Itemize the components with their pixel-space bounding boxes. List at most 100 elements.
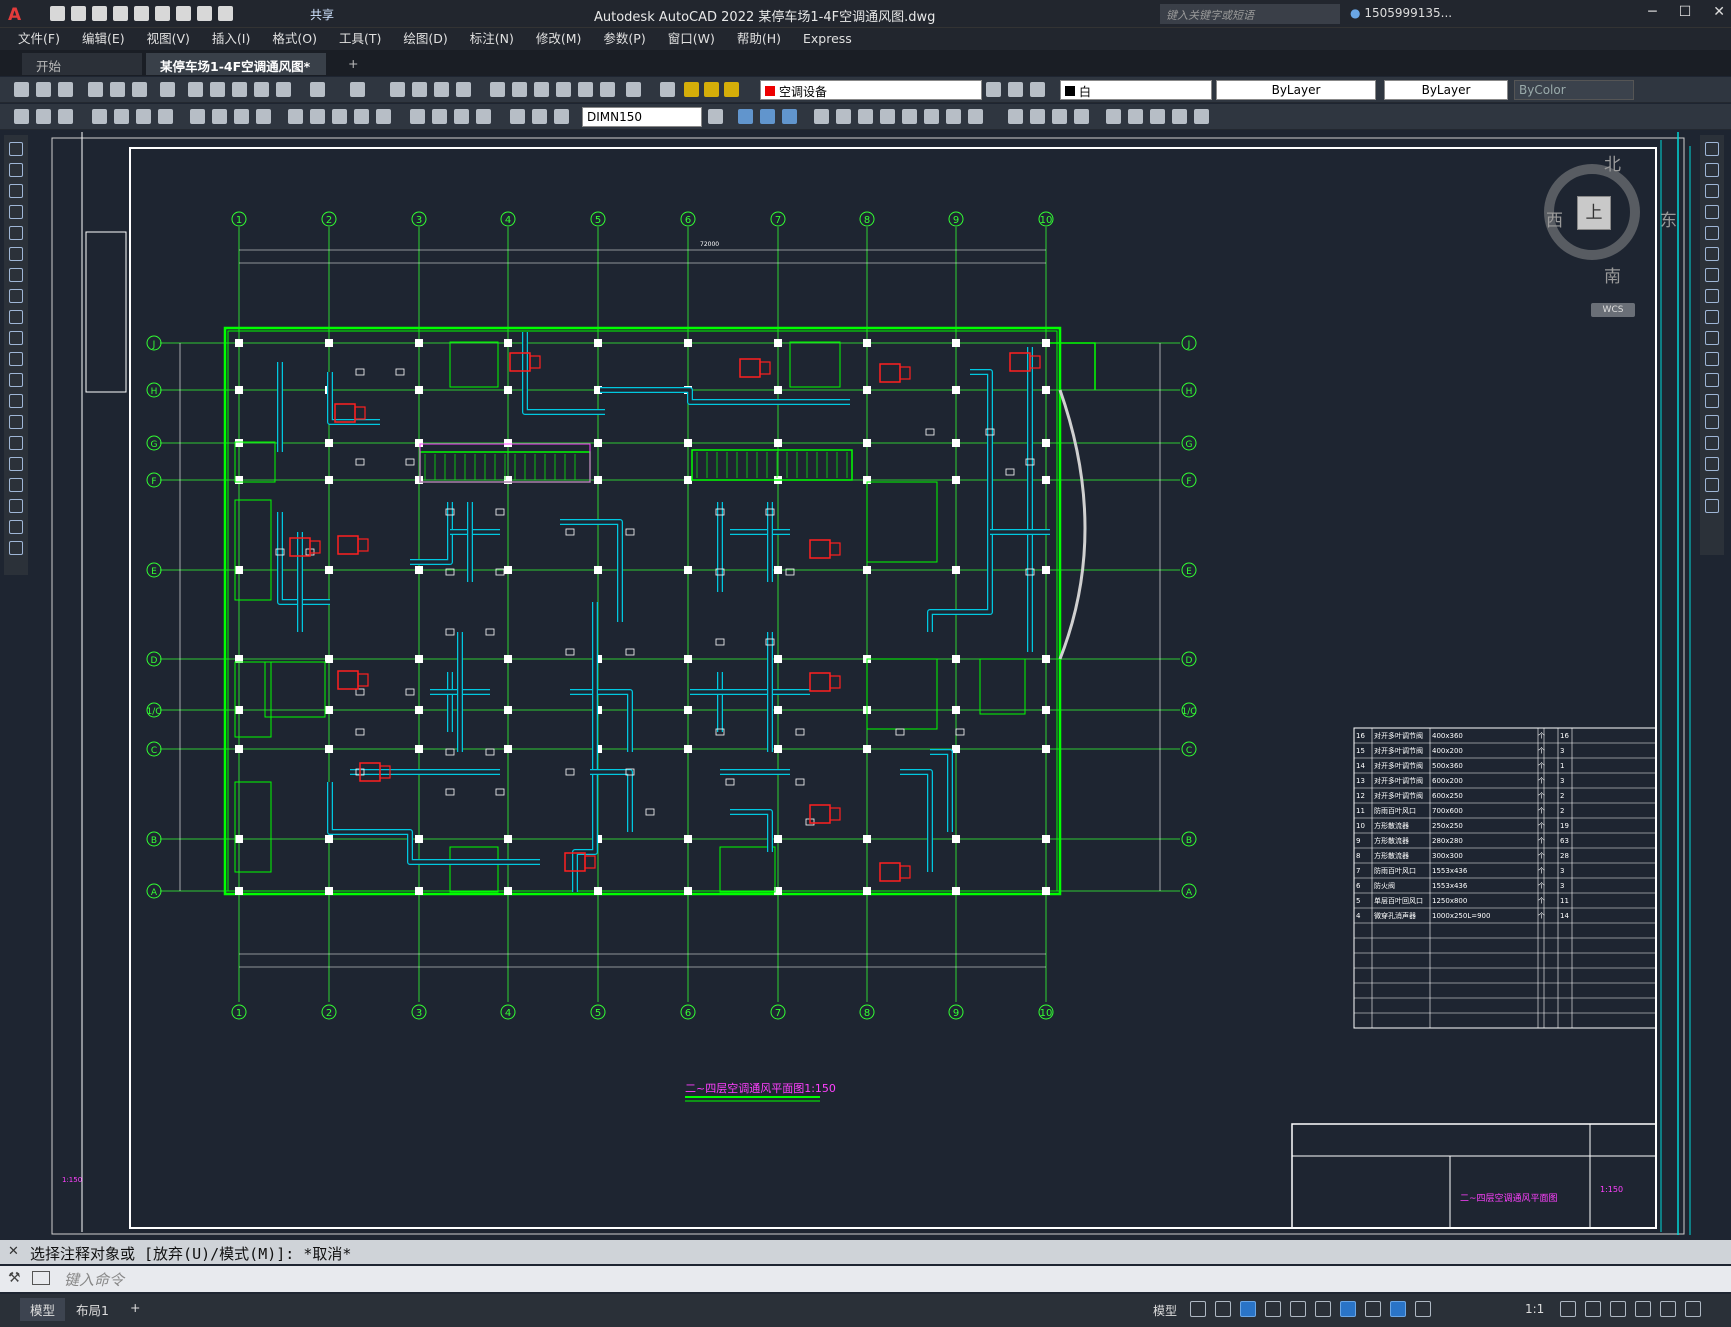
extend-icon[interactable] <box>1705 352 1719 366</box>
rotate-icon[interactable] <box>1705 268 1719 282</box>
layer-dropdown[interactable]: 空调设备 <box>760 80 982 100</box>
ucs-zaxis-icon[interactable] <box>902 109 917 124</box>
dim-update-icon[interactable] <box>554 109 569 124</box>
insert-block-icon[interactable] <box>9 373 23 387</box>
revcloud-icon[interactable] <box>9 289 23 303</box>
workspace-icon[interactable] <box>14 109 29 124</box>
preview-icon[interactable] <box>110 82 125 97</box>
dimstyle-manager-icon[interactable] <box>708 109 723 124</box>
ucs-y-icon[interactable] <box>968 109 983 124</box>
point-icon[interactable] <box>9 415 23 429</box>
plotstyle-dropdown[interactable]: ByColor <box>1514 80 1634 100</box>
linetype-dropdown[interactable]: ByLayer <box>1216 80 1376 100</box>
compass-west[interactable]: 西 <box>1546 206 1563 231</box>
circle-icon[interactable] <box>9 268 23 282</box>
new-tab-button[interactable]: + <box>334 53 362 75</box>
ellipse-arc-icon[interactable] <box>9 352 23 366</box>
open-icon[interactable] <box>36 82 51 97</box>
viewcube[interactable]: 上 <box>1520 152 1650 282</box>
ucs-icon[interactable] <box>738 109 753 124</box>
layer-previous-icon[interactable] <box>1008 82 1023 97</box>
menu-draw[interactable]: 绘图(D) <box>403 28 447 50</box>
menu-express[interactable]: Express <box>803 28 852 50</box>
compass-south[interactable]: 南 <box>1604 262 1621 287</box>
break-point-icon[interactable] <box>1705 373 1719 387</box>
zoom-realtime-icon[interactable] <box>412 82 427 97</box>
break-icon[interactable] <box>1705 394 1719 408</box>
annotation-visibility-icon[interactable] <box>1390 1301 1406 1317</box>
mtext-icon[interactable] <box>9 520 23 534</box>
block-editor-icon[interactable] <box>276 82 291 97</box>
otrack-icon[interactable] <box>1315 1301 1331 1317</box>
publish-icon[interactable] <box>132 82 147 97</box>
isolate-icon[interactable] <box>1610 1301 1626 1317</box>
tool-palettes-icon[interactable] <box>534 82 549 97</box>
hatch-icon[interactable] <box>9 436 23 450</box>
undo-icon[interactable] <box>197 6 212 21</box>
command-input[interactable]: 键入命令 <box>0 1266 1731 1292</box>
spline-icon[interactable] <box>9 310 23 324</box>
mirror-icon[interactable] <box>1705 184 1719 198</box>
osnap-icon[interactable] <box>1340 1301 1356 1317</box>
menu-modify[interactable]: 修改(M) <box>536 28 582 50</box>
table-icon[interactable] <box>9 499 23 513</box>
ucs-x-icon[interactable] <box>946 109 961 124</box>
inspection-icon[interactable] <box>454 109 469 124</box>
aligned-dim-icon[interactable] <box>114 109 129 124</box>
jogged-icon[interactable] <box>212 109 227 124</box>
navwheel-icon[interactable] <box>1172 109 1187 124</box>
dim-space-icon[interactable] <box>354 109 369 124</box>
close-icon[interactable]: ✕ <box>1713 4 1725 20</box>
arc-length-icon[interactable] <box>136 109 151 124</box>
fillet-icon[interactable] <box>1705 457 1719 471</box>
snap-icon[interactable] <box>1215 1301 1231 1317</box>
ucs-face-icon[interactable] <box>814 109 829 124</box>
compass-east[interactable]: 东 <box>1660 206 1677 231</box>
grid-icon[interactable] <box>1190 1301 1206 1317</box>
save-web-icon[interactable] <box>155 6 170 21</box>
ordinate-icon[interactable] <box>158 109 173 124</box>
menu-file[interactable]: 文件(F) <box>18 28 60 50</box>
visual-style-icon[interactable] <box>1008 109 1023 124</box>
match-properties-icon[interactable] <box>254 82 269 97</box>
ortho-icon[interactable] <box>1240 1301 1256 1317</box>
gradient-icon[interactable] <box>9 457 23 471</box>
make-current-icon[interactable] <box>986 82 1001 97</box>
shaded-icon[interactable] <box>1030 109 1045 124</box>
quick-dim-icon[interactable] <box>288 109 303 124</box>
plot-icon[interactable] <box>88 82 103 97</box>
camera-icon[interactable] <box>58 109 73 124</box>
design-center-icon[interactable] <box>512 82 527 97</box>
named-views-icon[interactable] <box>1128 109 1143 124</box>
save-icon[interactable] <box>58 82 73 97</box>
trim-icon[interactable] <box>1705 331 1719 345</box>
viewcube-top-face[interactable]: 上 <box>1577 196 1611 230</box>
linear-dim-icon[interactable] <box>92 109 107 124</box>
gear-icon[interactable] <box>1560 1301 1576 1317</box>
search-input[interactable]: 键入关键字或短语 <box>1160 4 1340 24</box>
clean-screen-icon[interactable] <box>1660 1301 1676 1317</box>
open-web-icon[interactable] <box>134 6 149 21</box>
ucs-origin-icon[interactable] <box>880 109 895 124</box>
menu-help[interactable]: 帮助(H) <box>737 28 781 50</box>
ucs-view-icon[interactable] <box>858 109 873 124</box>
autocad-logo-icon[interactable]: A <box>8 5 26 25</box>
menu-tools[interactable]: 工具(T) <box>339 28 381 50</box>
menu-view[interactable]: 视图(V) <box>147 28 190 50</box>
orbit-icon[interactable] <box>1150 109 1165 124</box>
polyline-icon[interactable] <box>9 184 23 198</box>
line-icon[interactable] <box>9 142 23 156</box>
layer-properties-icon[interactable] <box>660 82 675 97</box>
maximize-icon[interactable]: ☐ <box>1679 4 1692 20</box>
scale-icon[interactable] <box>1705 289 1719 303</box>
plot-icon[interactable] <box>176 6 191 21</box>
array-icon[interactable] <box>1705 226 1719 240</box>
help-icon[interactable] <box>626 82 641 97</box>
erase-icon[interactable] <box>1705 142 1719 156</box>
calculator-icon[interactable] <box>600 82 615 97</box>
layer-bulb-icon[interactable] <box>684 82 699 97</box>
offset-icon[interactable] <box>1705 205 1719 219</box>
undo-icon[interactable] <box>310 82 325 97</box>
tab-model[interactable]: 模型 <box>20 1298 66 1321</box>
copy-object-icon[interactable] <box>1705 163 1719 177</box>
